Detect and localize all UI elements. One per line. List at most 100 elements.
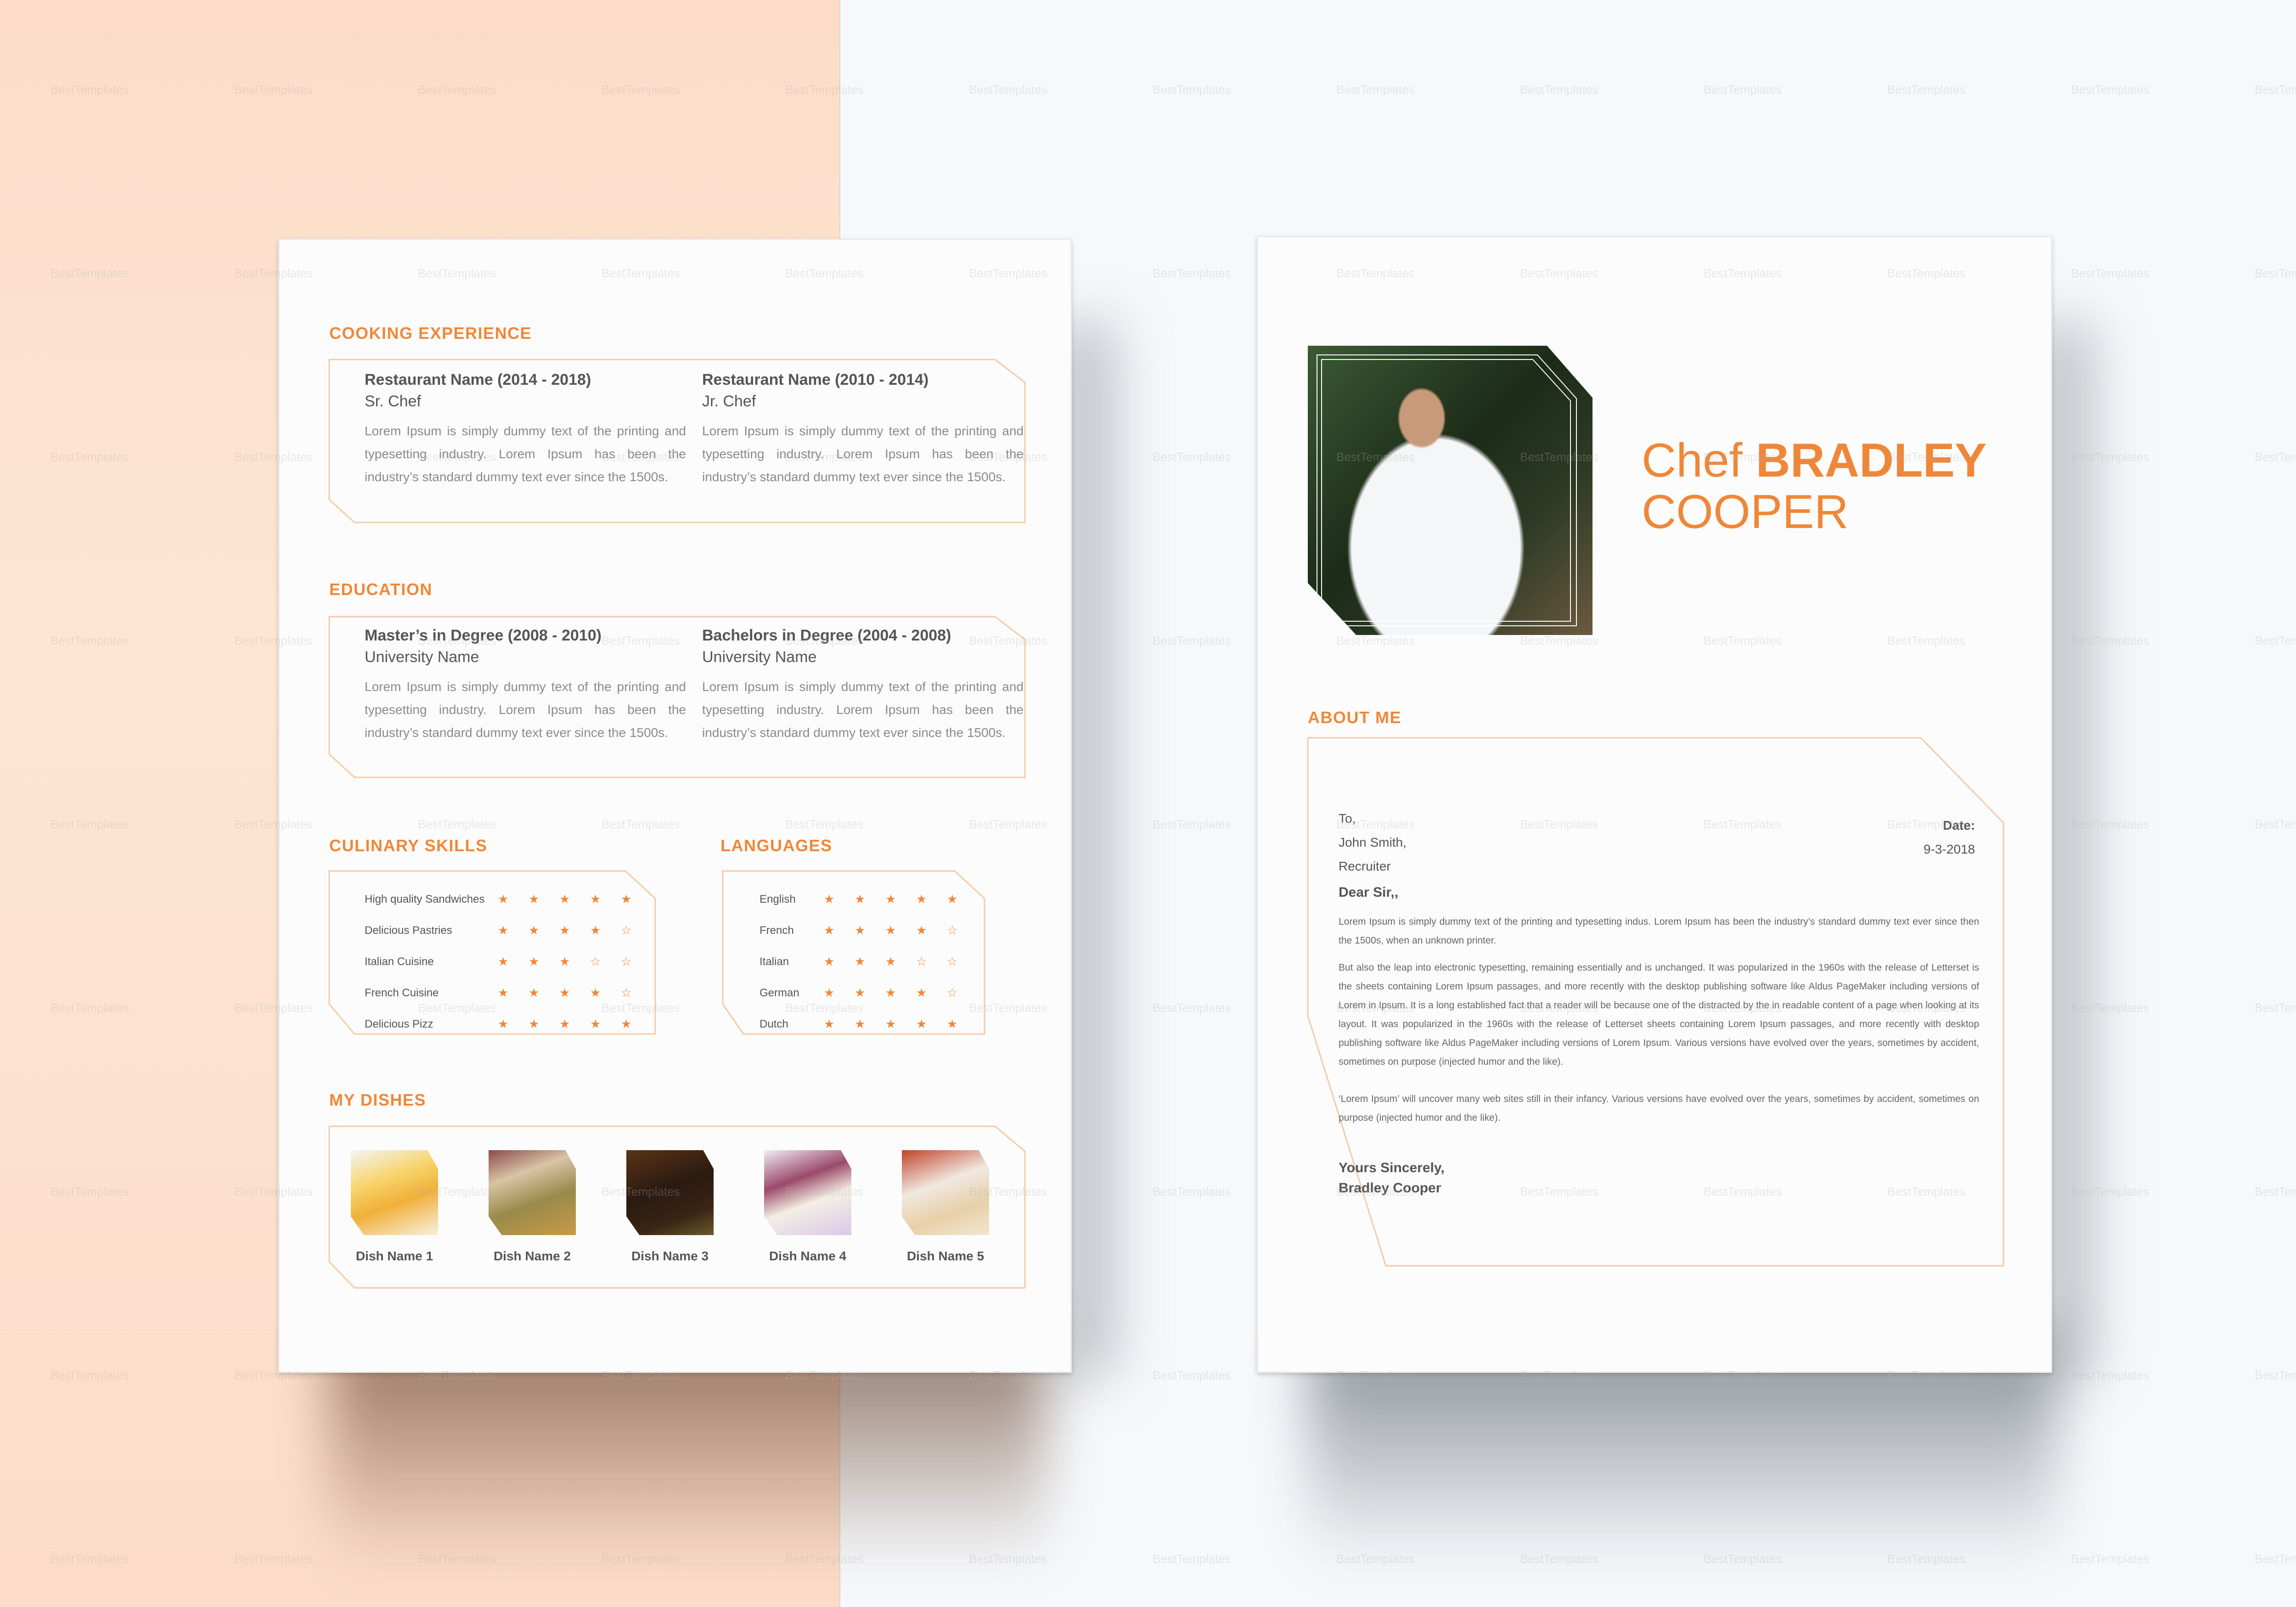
watermark-text: BestTemplates bbox=[2071, 266, 2150, 280]
star-rating: ★ ★ ★ ★ ☆ bbox=[824, 923, 978, 938]
dish-card: Dish Name 4 bbox=[757, 1150, 858, 1264]
star-filled-icon: ★ bbox=[529, 955, 540, 968]
star-empty-icon: ☆ bbox=[947, 923, 958, 937]
rating-label: Dutch bbox=[760, 1017, 788, 1030]
star-rating: ★ ★ ★ ★ ☆ bbox=[498, 986, 652, 1000]
rating-label: English bbox=[760, 893, 796, 905]
watermark-text: BestTemplates bbox=[969, 83, 1047, 96]
star-rating: ★ ★ ★ ☆ ☆ bbox=[498, 955, 652, 969]
university-name: University Name bbox=[365, 648, 479, 666]
star-filled-icon: ★ bbox=[885, 955, 896, 968]
dish-card: Dish Name 3 bbox=[619, 1150, 720, 1264]
star-filled-icon: ★ bbox=[498, 986, 509, 1000]
watermark-text: BestTemplates bbox=[1153, 1185, 1231, 1198]
watermark-text: BestTemplates bbox=[1336, 83, 1415, 96]
star-rating: ★ ★ ★ ★ ★ bbox=[498, 1017, 652, 1031]
rating-label: Italian Cuisine bbox=[365, 955, 434, 968]
star-filled-icon: ★ bbox=[529, 1017, 540, 1031]
name-first: BRADLEY bbox=[1756, 434, 1987, 487]
star-filled-icon: ★ bbox=[824, 1017, 835, 1031]
letter-paragraph-2: But also the leap into electronic typese… bbox=[1339, 962, 1979, 1067]
star-filled-icon: ★ bbox=[590, 892, 601, 906]
education-description: Lorem Ipsum is simply dummy text of the … bbox=[365, 680, 686, 740]
rating-label: High quality Sandwiches bbox=[365, 893, 485, 905]
dish-card: Dish Name 1 bbox=[344, 1150, 445, 1264]
rating-row: Delicious Pizz ★ ★ ★ ★ ★ bbox=[365, 1017, 652, 1031]
experience-entry-1: Restaurant Name (2014 - 2018) Sr. Chef L… bbox=[365, 371, 686, 489]
star-filled-icon: ★ bbox=[855, 986, 866, 1000]
rating-row: Delicious Pastries ★ ★ ★ ★ ☆ bbox=[365, 923, 652, 938]
star-filled-icon: ★ bbox=[855, 955, 866, 968]
recipient-title: Recruiter bbox=[1339, 859, 1391, 873]
signature: Bradley Cooper bbox=[1339, 1180, 1441, 1196]
rating-row: English ★ ★ ★ ★ ★ bbox=[760, 892, 978, 906]
star-filled-icon: ★ bbox=[590, 1017, 601, 1031]
my-dishes-heading: MY DISHES bbox=[329, 1090, 426, 1109]
star-filled-icon: ★ bbox=[824, 986, 835, 1000]
experience-role: Sr. Chef bbox=[365, 393, 421, 410]
dish-card: Dish Name 5 bbox=[895, 1150, 996, 1264]
star-empty-icon: ☆ bbox=[621, 955, 632, 968]
education-entry-1: Master’s in Degree (2008 - 2010) Univers… bbox=[365, 627, 686, 744]
rating-row: French ★ ★ ★ ★ ☆ bbox=[760, 923, 978, 938]
crepes-photo bbox=[902, 1150, 989, 1235]
star-filled-icon: ★ bbox=[885, 1017, 896, 1031]
watermark-text: BestTemplates bbox=[1153, 634, 1231, 647]
watermark-text: BestTemplates bbox=[2255, 1368, 2296, 1382]
watermark-text: BestTemplates bbox=[1153, 1001, 1231, 1015]
watermark-text: BestTemplates bbox=[1887, 83, 1966, 96]
star-filled-icon: ★ bbox=[824, 892, 835, 906]
rating-row: German ★ ★ ★ ★ ☆ bbox=[760, 986, 978, 1000]
star-filled-icon: ★ bbox=[621, 1017, 632, 1031]
watermark-text: BestTemplates bbox=[2255, 634, 2296, 647]
rating-row: French Cuisine ★ ★ ★ ★ ☆ bbox=[365, 986, 652, 1000]
salutation: Dear Sir,, bbox=[1339, 885, 1399, 900]
star-filled-icon: ★ bbox=[559, 1017, 570, 1031]
star-filled-icon: ★ bbox=[947, 1017, 958, 1031]
watermark-text: BestTemplates bbox=[1153, 1368, 1231, 1382]
star-empty-icon: ☆ bbox=[916, 955, 927, 968]
watermark-text: BestTemplates bbox=[1153, 266, 1231, 280]
cover-letter-page-right: Chef BRADLEY COOPER ABOUT ME To, John Sm… bbox=[1257, 236, 2052, 1373]
star-rating: ★ ★ ★ ★ ☆ bbox=[498, 923, 652, 938]
name-prefix: Chef bbox=[1642, 434, 1743, 487]
experience-role: Jr. Chef bbox=[702, 393, 756, 410]
watermark-text: BestTemplates bbox=[2255, 450, 2296, 464]
name-last: COOPER bbox=[1642, 485, 1849, 539]
breakfast-eggs-photo bbox=[764, 1150, 851, 1235]
dish-name: Dish Name 5 bbox=[906, 1249, 985, 1263]
date-value: 9-3-2018 bbox=[1923, 842, 1975, 856]
star-rating: ★ ★ ★ ★ ☆ bbox=[824, 986, 978, 1000]
to-label: To, bbox=[1339, 811, 1356, 826]
about-me-heading: ABOUT ME bbox=[1308, 708, 1401, 727]
rating-label: Italian bbox=[760, 955, 789, 968]
star-filled-icon: ★ bbox=[529, 923, 540, 937]
star-filled-icon: ★ bbox=[529, 892, 540, 906]
chef-name-heading: Chef BRADLEY COOPER bbox=[1642, 435, 1986, 538]
star-filled-icon: ★ bbox=[947, 892, 958, 906]
degree-title: Bachelors in Degree (2004 - 2008) bbox=[702, 627, 951, 644]
resume-page-left: COOKING EXPERIENCE Restaurant Name (2014… bbox=[278, 239, 1072, 1373]
star-filled-icon: ★ bbox=[916, 923, 927, 937]
recipient-name: John Smith, bbox=[1339, 835, 1407, 849]
date-label: Date: bbox=[1942, 818, 1975, 832]
star-filled-icon: ★ bbox=[559, 986, 570, 1000]
star-filled-icon: ★ bbox=[885, 986, 896, 1000]
dish-name: Dish Name 3 bbox=[631, 1249, 709, 1263]
rating-row: Italian ★ ★ ★ ☆ ☆ bbox=[760, 955, 978, 969]
dish-name: Dish Name 1 bbox=[355, 1249, 433, 1263]
star-filled-icon: ★ bbox=[916, 986, 927, 1000]
experience-title: Restaurant Name (2010 - 2014) bbox=[702, 371, 929, 388]
star-filled-icon: ★ bbox=[621, 892, 632, 906]
chef-photo-frame bbox=[1308, 346, 1593, 635]
star-filled-icon: ★ bbox=[498, 892, 509, 906]
star-filled-icon: ★ bbox=[824, 923, 835, 937]
star-filled-icon: ★ bbox=[855, 1017, 866, 1031]
watermark-text: BestTemplates bbox=[1153, 817, 1231, 831]
star-rating: ★ ★ ★ ☆ ☆ bbox=[824, 955, 978, 969]
star-filled-icon: ★ bbox=[498, 955, 509, 968]
star-empty-icon: ☆ bbox=[947, 955, 958, 968]
rating-label: German bbox=[760, 986, 799, 999]
star-filled-icon: ★ bbox=[916, 892, 927, 906]
date-block: Date: 9-3-2018 bbox=[1924, 814, 1975, 861]
